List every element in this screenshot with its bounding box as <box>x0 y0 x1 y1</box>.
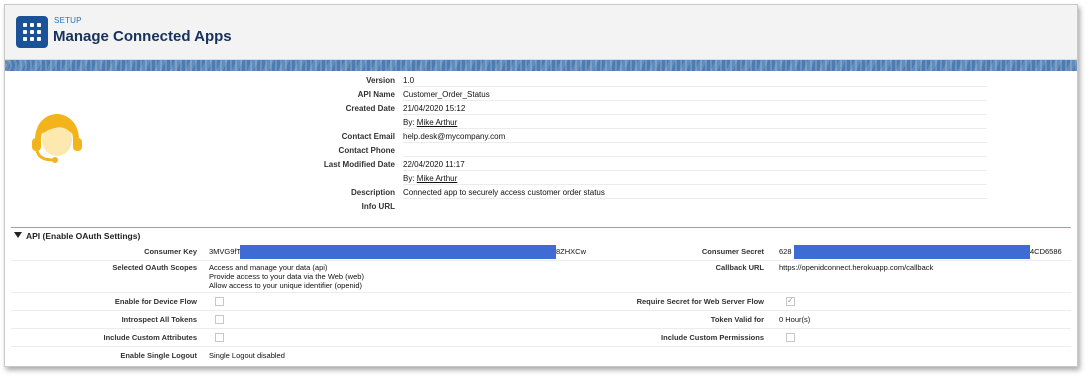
created-by-user-link[interactable]: Mike Arthur <box>417 118 457 127</box>
info-label: Created Date <box>345 104 395 113</box>
info-label: API Name <box>357 90 395 99</box>
info-row-modified-by: By: Mike Arthur <box>237 171 987 185</box>
info-row-info-url: Info URL <box>237 199 987 213</box>
section-divider <box>11 227 1071 228</box>
info-label: Contact Phone <box>338 146 395 155</box>
oauth-section-toggle[interactable]: API (Enable OAuth Settings) <box>14 231 140 241</box>
oauth-row-scopes: Selected OAuth Scopes Access and manage … <box>11 261 1071 293</box>
info-row-api-name: API Name Customer_Order_Status <box>237 87 987 101</box>
info-value: Customer_Order_Status <box>403 90 490 99</box>
require-secret-label: Require Secret for Web Server Flow <box>636 297 764 306</box>
oauth-scope-item: Allow access to your unique identifier (… <box>209 281 362 290</box>
callback-url-value: https://openidconnect.herokuapp.com/call… <box>779 263 934 272</box>
info-label: Info URL <box>361 202 395 211</box>
consumer-key-label: Consumer Key <box>144 247 197 256</box>
info-value: By: Mike Arthur <box>403 118 457 127</box>
info-label: Last Modified Date <box>323 160 395 169</box>
info-row-created-by: By: Mike Arthur <box>237 115 987 129</box>
collapse-triangle-icon <box>14 232 22 238</box>
setup-breadcrumb[interactable]: SETUP <box>54 16 82 25</box>
custom-permissions-checkbox[interactable] <box>786 333 795 342</box>
callback-url-label: Callback URL <box>715 263 764 272</box>
consumer-secret-end: 4CD6586 <box>1030 247 1062 256</box>
info-row-contact-email: Contact Email help.desk@mycompany.com <box>237 129 987 143</box>
info-value: 21/04/2020 15:12 <box>403 104 466 113</box>
info-row-version: Version 1.0 <box>237 73 987 87</box>
info-label: Version <box>366 76 395 85</box>
info-value: help.desk@mycompany.com <box>403 132 506 141</box>
header-decorative-band <box>5 60 1077 71</box>
page-title: Manage Connected Apps <box>53 28 232 45</box>
info-row-created-date: Created Date 21/04/2020 15:12 <box>237 101 987 115</box>
device-flow-label: Enable for Device Flow <box>114 297 197 306</box>
oauth-row-single-logout: Enable Single Logout Single Logout disab… <box>11 347 1071 363</box>
info-value: 1.0 <box>403 76 415 85</box>
info-value: Connected app to securely access custome… <box>403 188 605 197</box>
info-label: Description <box>350 188 395 197</box>
info-label: Contact Email <box>341 132 395 141</box>
by-prefix: By: <box>403 174 415 183</box>
consumer-key-redaction <box>240 245 556 259</box>
single-logout-value: Single Logout disabled <box>209 351 285 360</box>
single-logout-label: Enable Single Logout <box>120 351 197 360</box>
support-headset-avatar-icon <box>32 114 82 163</box>
custom-attributes-checkbox[interactable] <box>215 333 224 342</box>
page-header: SETUP Manage Connected Apps <box>5 5 1077 60</box>
info-row-description: Description Connected app to securely ac… <box>237 185 987 199</box>
custom-attributes-label: Include Custom Attributes <box>103 333 197 342</box>
token-valid-value: 0 Hour(s) <box>779 315 811 324</box>
oauth-row-introspect: Introspect All Tokens Token Valid for 0 … <box>11 311 1071 329</box>
info-value: By: Mike Arthur <box>403 174 457 183</box>
oauth-row-keys: Consumer Key 3MVG9fTL 8ZHXCw Consumer Se… <box>11 243 1071 261</box>
modified-by-user-link[interactable]: Mike Arthur <box>417 174 457 183</box>
info-row-contact-phone: Contact Phone <box>237 143 987 157</box>
custom-permissions-label: Include Custom Permissions <box>661 333 764 342</box>
by-prefix: By: <box>403 118 415 127</box>
oauth-scope-item: Provide access to your data via the Web … <box>209 272 364 281</box>
introspect-tokens-checkbox[interactable] <box>215 315 224 324</box>
oauth-scopes-label: Selected OAuth Scopes <box>112 263 197 272</box>
oauth-row-device-flow: Enable for Device Flow Require Secret fo… <box>11 293 1071 311</box>
consumer-secret-redaction <box>794 245 1030 259</box>
consumer-secret-start: 628 <box>779 247 792 256</box>
oauth-row-custom-attributes: Include Custom Attributes Include Custom… <box>11 329 1071 347</box>
require-secret-checkbox[interactable] <box>786 296 795 306</box>
consumer-key-end: 8ZHXCw <box>556 247 587 256</box>
device-flow-checkbox[interactable] <box>215 297 224 306</box>
introspect-tokens-label: Introspect All Tokens <box>121 315 197 324</box>
connected-app-detail-window: SETUP Manage Connected Apps Version 1.0 … <box>4 4 1078 367</box>
info-value: 22/04/2020 11:17 <box>403 160 465 169</box>
oauth-scope-item: Access and manage your data (api) <box>209 263 328 272</box>
oauth-section-title: API (Enable OAuth Settings) <box>26 231 141 241</box>
app-launcher-grid-icon <box>16 16 48 48</box>
consumer-secret-label: Consumer Secret <box>701 247 764 256</box>
info-row-last-modified-date: Last Modified Date 22/04/2020 11:17 <box>237 157 987 171</box>
token-valid-label: Token Valid for <box>710 315 764 324</box>
